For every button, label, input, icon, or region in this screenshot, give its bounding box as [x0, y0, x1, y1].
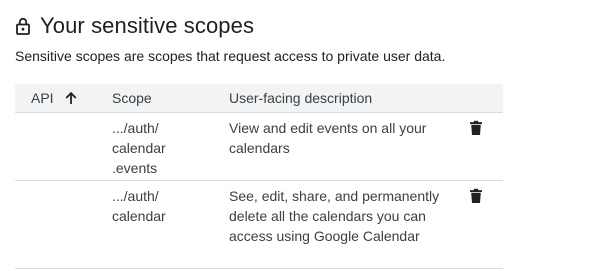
column-header-description[interactable]: User-facing description [229, 90, 372, 106]
page-subtitle: Sensitive scopes are scopes that request… [15, 48, 446, 64]
trash-icon[interactable] [468, 120, 484, 136]
scope-cell: .../auth/ calendar [112, 188, 166, 224]
description-cell: See, edit, share, and permanently delete… [229, 188, 440, 244]
sensitive-scopes-section: Your sensitive scopes Sensitive scopes a… [0, 0, 591, 271]
description-cell: View and edit events on all your calenda… [229, 120, 427, 156]
scope-cell: .../auth/ calendar .events [112, 120, 166, 176]
page-title: Your sensitive scopes [40, 13, 255, 38]
lock-icon [15, 17, 31, 35]
table-row: .../auth/ calendar .events View and edit… [15, 113, 503, 181]
scopes-table: API Scope User-facing description .../au… [15, 84, 503, 269]
arrow-up-icon[interactable] [64, 91, 78, 105]
table-header: API Scope User-facing description [15, 84, 503, 113]
table-row: .../auth/ calendar See, edit, share, and… [15, 181, 503, 269]
column-header-scope[interactable]: Scope [112, 90, 152, 106]
column-header-api-label: API [31, 90, 54, 106]
trash-icon[interactable] [468, 188, 484, 204]
title-row: Your sensitive scopes [15, 12, 254, 40]
column-header-api[interactable]: API [31, 90, 78, 106]
